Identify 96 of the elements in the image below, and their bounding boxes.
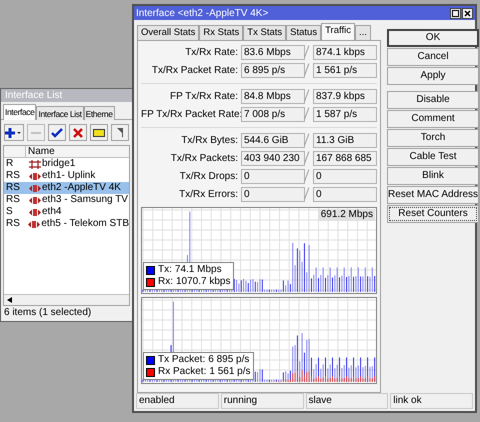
action-button[interactable]: Apply <box>387 67 480 85</box>
tab[interactable]: Overall Stats <box>137 25 200 40</box>
action-button[interactable]: Comment <box>387 110 480 128</box>
tab[interactable]: ... <box>354 25 371 40</box>
legend-value: 1 561 p/s <box>209 366 251 378</box>
action-button[interactable]: Blink <box>387 167 480 185</box>
table-cell-text: RS <box>5 182 21 194</box>
table-cell: bridge1 <box>42 158 76 170</box>
tab[interactable]: Traffic <box>321 23 355 40</box>
field-label: Tx/Rx Bytes: <box>180 134 239 148</box>
table-cell-text: RS <box>5 194 21 206</box>
field-label: Tx/Rx Errors: <box>178 188 239 202</box>
status-cell: slave <box>306 393 388 409</box>
table-row[interactable]: RS eth2 -AppleTV 4K <box>4 182 129 194</box>
rx-field: 11.3 GiB <box>313 133 377 148</box>
scroll-left-icon[interactable] <box>6 296 14 304</box>
rx-field: 1 587 p/s <box>313 107 377 122</box>
close-icon[interactable] <box>462 8 473 18</box>
bridge-icon <box>29 160 41 168</box>
table-cell: eth4 <box>42 206 62 218</box>
field-label: Tx/Rx Rate: <box>184 46 239 60</box>
check-button[interactable] <box>48 124 66 141</box>
tab[interactable]: Etherne <box>84 106 115 120</box>
legend-label: Tx: <box>158 264 172 276</box>
action-button[interactable]: Reset MAC Address <box>387 186 480 204</box>
field-label: FP Tx/Rx Rate: <box>169 90 239 104</box>
tab[interactable]: Interface List <box>36 106 84 120</box>
action-button[interactable]: Cable Test <box>387 148 480 166</box>
rx-field: 0 <box>313 187 377 202</box>
status-cell: link ok <box>390 393 473 409</box>
status-cell: running <box>220 393 304 409</box>
ethernet-icon <box>28 220 40 228</box>
status-cell: enabled <box>136 393 219 409</box>
graph-max-label: 691.2 Mbps <box>318 209 375 221</box>
tab[interactable]: Rx Stats <box>199 25 244 40</box>
legend-value: 74.1 Mbps <box>174 264 222 276</box>
rx-field: 874.1 kbps <box>313 45 377 60</box>
tx-field: 6 895 p/s <box>241 63 305 78</box>
filter-icon <box>117 126 123 138</box>
action-button[interactable]: Reset Counters <box>387 205 480 223</box>
tx-field: 403 940 230 <box>241 151 305 166</box>
legend-label: Rx: <box>158 276 173 288</box>
tx-field: 0 <box>241 169 305 184</box>
ethernet-icon <box>29 208 41 216</box>
tab[interactable]: Status <box>286 25 322 40</box>
tx-field: 84.8 Mbps <box>241 89 305 104</box>
add-button[interactable] <box>4 124 24 141</box>
legend-label: Rx Packet: <box>158 366 206 378</box>
ethernet-icon <box>29 172 41 180</box>
check-icon <box>51 128 63 138</box>
table-row[interactable]: R bridge1 <box>4 158 129 170</box>
tx-field: 544.6 GiB <box>241 133 305 148</box>
add-icon <box>5 126 23 138</box>
close-button[interactable] <box>69 124 87 141</box>
legend-value: 1070.7 kbps <box>176 276 230 288</box>
table-cell-text: RS <box>5 170 21 182</box>
table-row[interactable]: RS eth1- Uplink <box>4 170 129 182</box>
window-title: Interface List <box>1 89 132 102</box>
table-row[interactable]: RS eth3 - Samsung TV <box>4 194 129 206</box>
table-cell: eth5 - Telekom STB <box>41 218 129 230</box>
close-icon <box>73 128 83 138</box>
action-button[interactable]: Torch <box>387 129 480 147</box>
legend-label: Tx Packet: <box>158 354 206 366</box>
rx-field: 1 561 p/s <box>313 63 377 78</box>
note-icon <box>93 128 105 138</box>
action-button[interactable]: OK <box>387 29 480 47</box>
legend-value: 6 895 p/s <box>208 354 250 366</box>
status-text: 6 items (1 selected) <box>3 306 92 320</box>
rx-field: 0 <box>313 169 377 184</box>
ethernet-icon <box>29 184 41 192</box>
table-row[interactable]: RS eth5 - Telekom STB <box>4 218 129 230</box>
tx-field: 83.6 Mbps <box>241 45 305 60</box>
note-button[interactable] <box>90 124 108 141</box>
table-cell-text: S <box>5 206 14 218</box>
field-label: Tx/Rx Packets: <box>170 152 239 166</box>
field-label: Tx/Rx Drops: <box>178 170 239 184</box>
table-cell: eth3 - Samsung TV <box>42 194 128 206</box>
table-cell-text: R <box>5 158 14 170</box>
table-cell: eth2 -AppleTV 4K <box>42 182 121 194</box>
filter-button[interactable] <box>111 124 129 141</box>
action-button[interactable]: Disable <box>387 91 480 109</box>
tab[interactable]: Interface <box>3 104 36 120</box>
field-label: FP Tx/Rx Packet Rate: <box>141 108 241 122</box>
rx-field: 167 868 685 <box>313 151 377 166</box>
table-cell: eth1- Uplink <box>42 170 96 182</box>
tx-field: 7 008 p/s <box>241 107 305 122</box>
rx-field: 837.9 kbps <box>313 89 377 104</box>
tx-field: 0 <box>241 187 305 202</box>
tab[interactable]: Tx Stats <box>243 25 286 40</box>
ethernet-icon <box>29 196 41 204</box>
field-label: Tx/Rx Packet Rate: <box>150 64 239 78</box>
maximize-icon[interactable] <box>450 8 461 18</box>
window-title: Interface <eth2 -AppleTV 4K> <box>136 6 268 20</box>
action-button[interactable]: Cancel <box>387 48 480 66</box>
table-row[interactable]: S eth4 <box>4 206 129 218</box>
table-cell-text: RS <box>5 218 21 230</box>
